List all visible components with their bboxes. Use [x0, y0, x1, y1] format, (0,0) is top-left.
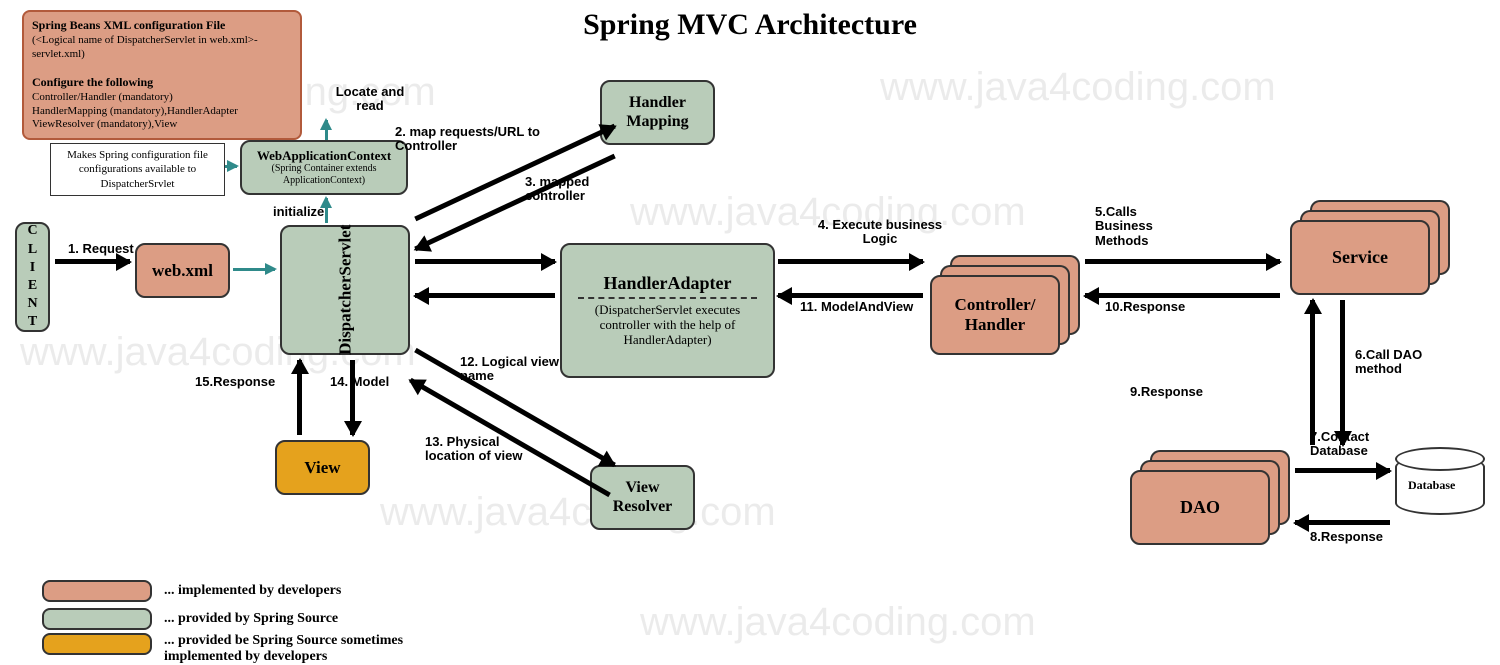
arrow-14: [350, 360, 355, 435]
arrow-initialize: [325, 198, 328, 223]
legend-swatch-orange: [42, 580, 152, 602]
label-13: 13. Physical location of view: [425, 435, 525, 464]
arrow-wacnote: [225, 165, 237, 168]
webappcontext-box: WebApplicationContext (Spring Container …: [240, 140, 408, 195]
legend-text: ... implemented by developers: [164, 583, 341, 599]
wac-sub: (Spring Container extends ApplicationCon…: [248, 163, 400, 187]
handler-adapter-sub: (DispatcherServlet executes controller w…: [568, 303, 767, 348]
view-resolver-box: View Resolver: [590, 465, 695, 530]
webxml-box: web.xml: [135, 243, 230, 298]
watermark: www.java4coding.com: [380, 490, 776, 535]
label-14: 14. Model: [330, 375, 389, 389]
watermark: www.java4coding.com: [880, 65, 1276, 110]
callout-heading: Spring Beans XML configuration File: [32, 18, 225, 32]
label-1: 1. Request: [68, 242, 134, 256]
arrow-15: [297, 360, 302, 435]
config-callout: Spring Beans XML configuration File (<Lo…: [22, 10, 302, 140]
label-locate: Locate and read: [335, 85, 405, 114]
legend-swatch-yellow: [42, 633, 152, 655]
arrow-d-ha-1: [415, 259, 555, 264]
dispatcher-box: DispatcherServlet: [280, 225, 410, 355]
label-3: 3. mapped controller: [525, 175, 615, 204]
legend-text: ... provided by Spring Source: [164, 611, 338, 627]
arrow-10: [1085, 293, 1280, 298]
label-15: 15.Response: [195, 375, 275, 389]
label-initialize: initialize: [273, 205, 324, 219]
arrow-d-ha-2: [415, 293, 555, 298]
arrow-1: [55, 259, 130, 264]
callout-heading2: Configure the following: [32, 75, 153, 89]
label-10: 10.Response: [1105, 300, 1185, 314]
arrow-8: [1295, 520, 1390, 525]
legend-text: ... provided be Spring Source sometimes …: [164, 633, 444, 665]
arrow-4: [778, 259, 923, 264]
view-box: View: [275, 440, 370, 495]
arrow-webxml-dispatcher: [233, 268, 275, 271]
arrow-9: [1310, 300, 1315, 445]
client-box: CLIENT: [15, 222, 50, 332]
callout-line: Controller/Handler (mandatory): [32, 91, 173, 103]
service-box: Service: [1290, 220, 1430, 295]
divider: [578, 297, 757, 299]
legend-swatch-green: [42, 608, 152, 630]
arrow-5: [1085, 259, 1280, 264]
arrow-6: [1340, 300, 1345, 445]
dispatcher-label: DispatcherServlet: [335, 225, 355, 355]
handler-adapter-title: HandlerAdapter: [604, 273, 732, 294]
handler-adapter-box: HandlerAdapter (DispatcherServlet execut…: [560, 243, 775, 378]
arrow-11: [778, 293, 923, 298]
callout-sub: (<Logical name of DispatcherServlet in w…: [32, 34, 258, 60]
callout-line: HandlerMapping (mandatory),HandlerAdapte…: [32, 105, 238, 117]
legend-spring: ... provided by Spring Source: [42, 608, 338, 630]
database-label: Database: [1408, 478, 1455, 493]
legend-dev: ... implemented by developers: [42, 580, 341, 602]
wac-title: WebApplicationContext: [257, 148, 391, 164]
label-8: 8.Response: [1310, 530, 1383, 544]
label-12: 12. Logical view name: [460, 355, 560, 384]
arrow-7: [1295, 468, 1390, 473]
label-5: 5.Calls Business Methods: [1095, 205, 1185, 248]
label-7: 7.Contact Database: [1310, 430, 1390, 459]
wac-note: Makes Spring configuration file configur…: [50, 143, 225, 196]
watermark: www.java4coding.com: [640, 600, 1036, 645]
label-11: 11. ModelAndView: [800, 300, 913, 314]
label-9: 9.Response: [1130, 385, 1203, 399]
arrow-callout-wac: [325, 120, 328, 140]
callout-line: ViewResolver (mandatory),View: [32, 118, 177, 130]
label-6: 6.Call DAO method: [1355, 348, 1435, 377]
legend-mixed: ... provided be Spring Source sometimes …: [42, 633, 444, 665]
label-2: 2. map requests/URL to Controller: [395, 125, 545, 154]
controller-box: Controller/ Handler: [930, 275, 1060, 355]
label-4: 4. Execute business Logic: [810, 218, 950, 247]
dao-box: DAO: [1130, 470, 1270, 545]
